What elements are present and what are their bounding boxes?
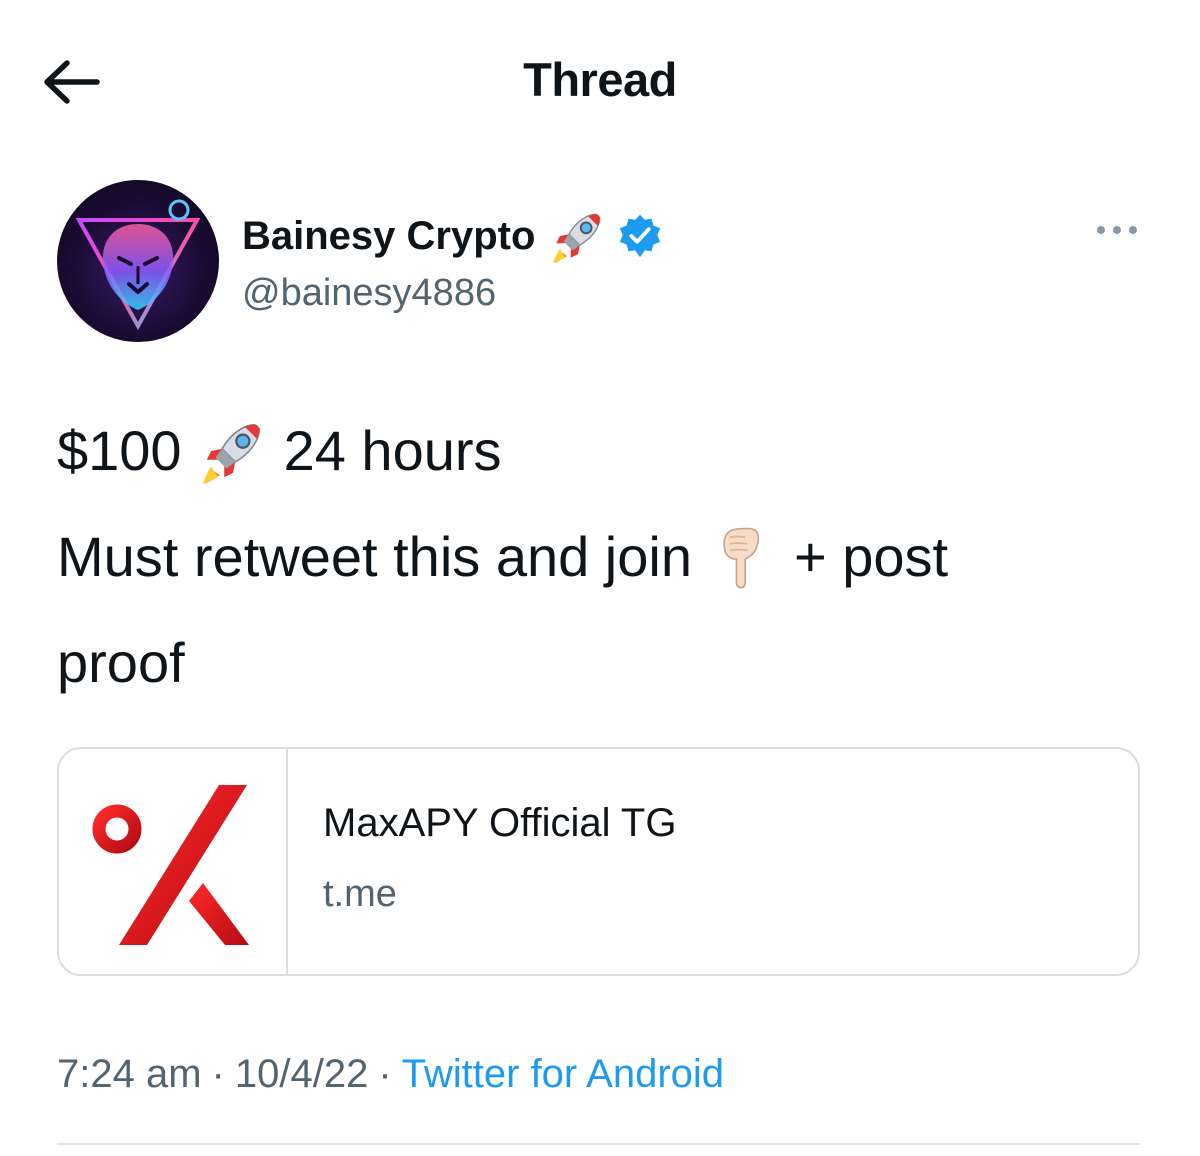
card-title: MaxAPY Official TG — [323, 801, 677, 845]
tweet-text: $100 24 hours Must retweet this and join… — [57, 410, 1147, 704]
rocket-icon — [201, 423, 260, 484]
tweet-date: 10/4/22 — [234, 1052, 369, 1096]
pointing-down-hand-icon — [723, 527, 760, 589]
percent-logo-icon — [92, 785, 249, 945]
tweet-line-2: Must retweet this and join + post — [57, 516, 1147, 598]
meta-separator: · — [211, 1052, 225, 1096]
user-handle[interactable]: @bainesy4886 — [242, 272, 496, 315]
tweet-line-3: proof — [57, 622, 1147, 704]
avatar[interactable] — [57, 180, 219, 342]
thread-header: Thread — [0, 0, 1200, 165]
meta-separator: · — [378, 1052, 392, 1096]
tweet-source-link[interactable]: Twitter for Android — [402, 1052, 724, 1097]
tweet-author: Bainesy Crypto @bainesy4886 — [57, 180, 1147, 345]
display-name[interactable]: Bainesy Crypto — [242, 214, 535, 259]
tweet-time: 7:24 am — [57, 1052, 202, 1096]
more-options-button[interactable] — [1087, 215, 1147, 245]
tweet-metadata: 7:24 am · 10/4/22 · Twitter for Android — [57, 1052, 724, 1097]
card-domain: t.me — [323, 873, 397, 915]
link-preview-card[interactable]: MaxAPY Official TG t.me — [57, 747, 1140, 976]
page-title: Thread — [523, 53, 677, 106]
card-thumbnail — [59, 749, 288, 974]
tweet-line-1: $100 24 hours — [57, 410, 1147, 492]
tweet-text-segment: + post — [793, 525, 949, 588]
lion-logo-icon — [75, 199, 201, 331]
more-horizontal-icon — [1097, 226, 1137, 234]
tweet-text-segment: $100 — [57, 419, 182, 482]
tweet-text-segment: proof — [57, 631, 185, 694]
display-name-row: Bainesy Crypto — [242, 208, 663, 264]
tweet-text-segment: Must retweet this and join — [57, 525, 692, 588]
rocket-icon — [553, 213, 601, 264]
verified-badge-icon — [620, 214, 661, 258]
tweet-text-segment: 24 hours — [283, 419, 502, 482]
divider — [57, 1143, 1140, 1145]
